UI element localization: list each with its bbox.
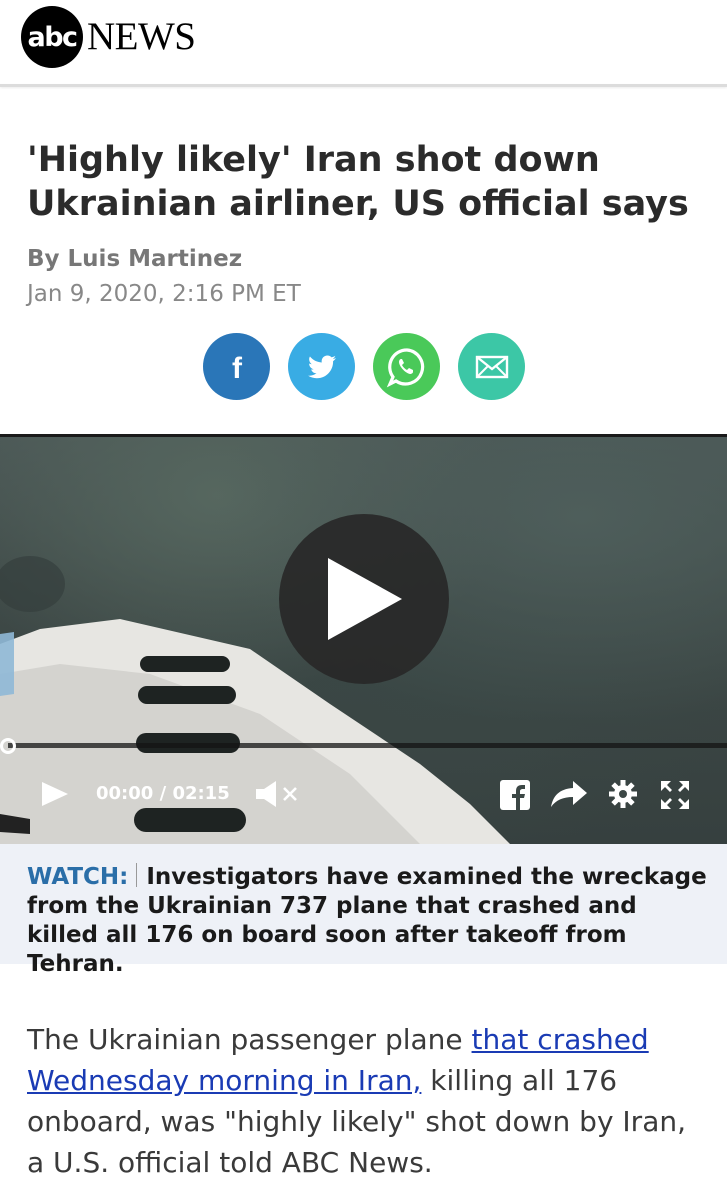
article-headline: 'Highly likely' Iran shot down Ukrainian…	[27, 140, 689, 224]
play-icon	[328, 558, 402, 640]
control-play-button[interactable]	[40, 779, 70, 813]
news-logo-text: NEWS	[87, 14, 196, 58]
email-share-button[interactable]	[458, 333, 525, 400]
watch-label: WATCH:	[27, 864, 129, 890]
video-share-button[interactable]	[549, 779, 589, 813]
caption-description: Investigators have examined the wreckage…	[27, 864, 707, 977]
header-divider	[0, 84, 727, 87]
video-player[interactable]: 00:00 / 02:15	[0, 434, 727, 844]
caption-text-block: WATCH: Investigators have examined the wr…	[27, 863, 707, 979]
fullscreen-button[interactable]	[659, 779, 691, 815]
fullscreen-icon	[661, 781, 689, 809]
video-progress-bar[interactable]	[8, 743, 727, 748]
top-bar: abc NEWS	[0, 0, 727, 84]
share-arrow-icon	[551, 781, 587, 807]
twitter-share-button[interactable]	[288, 333, 355, 400]
current-time: 00:00	[96, 783, 154, 804]
caption-separator	[136, 863, 138, 887]
gear-icon	[609, 780, 637, 808]
whatsapp-icon	[386, 347, 424, 387]
video-timecode: 00:00 / 02:15	[96, 783, 230, 804]
video-settings-button[interactable]	[608, 779, 638, 813]
facebook-share-button[interactable]: f	[203, 333, 270, 400]
article-date: Jan 9, 2020, 2:16 PM ET	[27, 281, 301, 307]
progress-scrubber[interactable]	[0, 738, 16, 754]
body-text-start: The Ukrainian passenger plane	[27, 1023, 472, 1056]
twitter-icon	[307, 354, 336, 378]
duration: 02:15	[172, 783, 230, 804]
video-caption: WATCH: Investigators have examined the wr…	[0, 844, 727, 977]
facebook-icon: f	[232, 352, 243, 382]
svg-text:f: f	[232, 352, 243, 382]
article-byline[interactable]: By Luis Martinez	[27, 246, 242, 272]
abc-news-logo[interactable]: abc NEWS	[21, 6, 196, 68]
play-overlay-button[interactable]	[279, 514, 449, 684]
video-facebook-share-button[interactable]	[499, 779, 531, 815]
share-bar: f	[203, 333, 525, 400]
time-separator: /	[159, 783, 167, 804]
volume-muted-icon	[256, 781, 297, 807]
facebook-icon	[500, 780, 530, 810]
whatsapp-share-button[interactable]	[373, 333, 440, 400]
email-icon	[475, 355, 508, 378]
abc-logo-mark: abc	[21, 6, 83, 68]
play-icon	[42, 782, 68, 806]
article-body-paragraph: The Ukrainian passenger plane that crash…	[27, 1019, 707, 1183]
mute-button[interactable]	[254, 779, 302, 813]
